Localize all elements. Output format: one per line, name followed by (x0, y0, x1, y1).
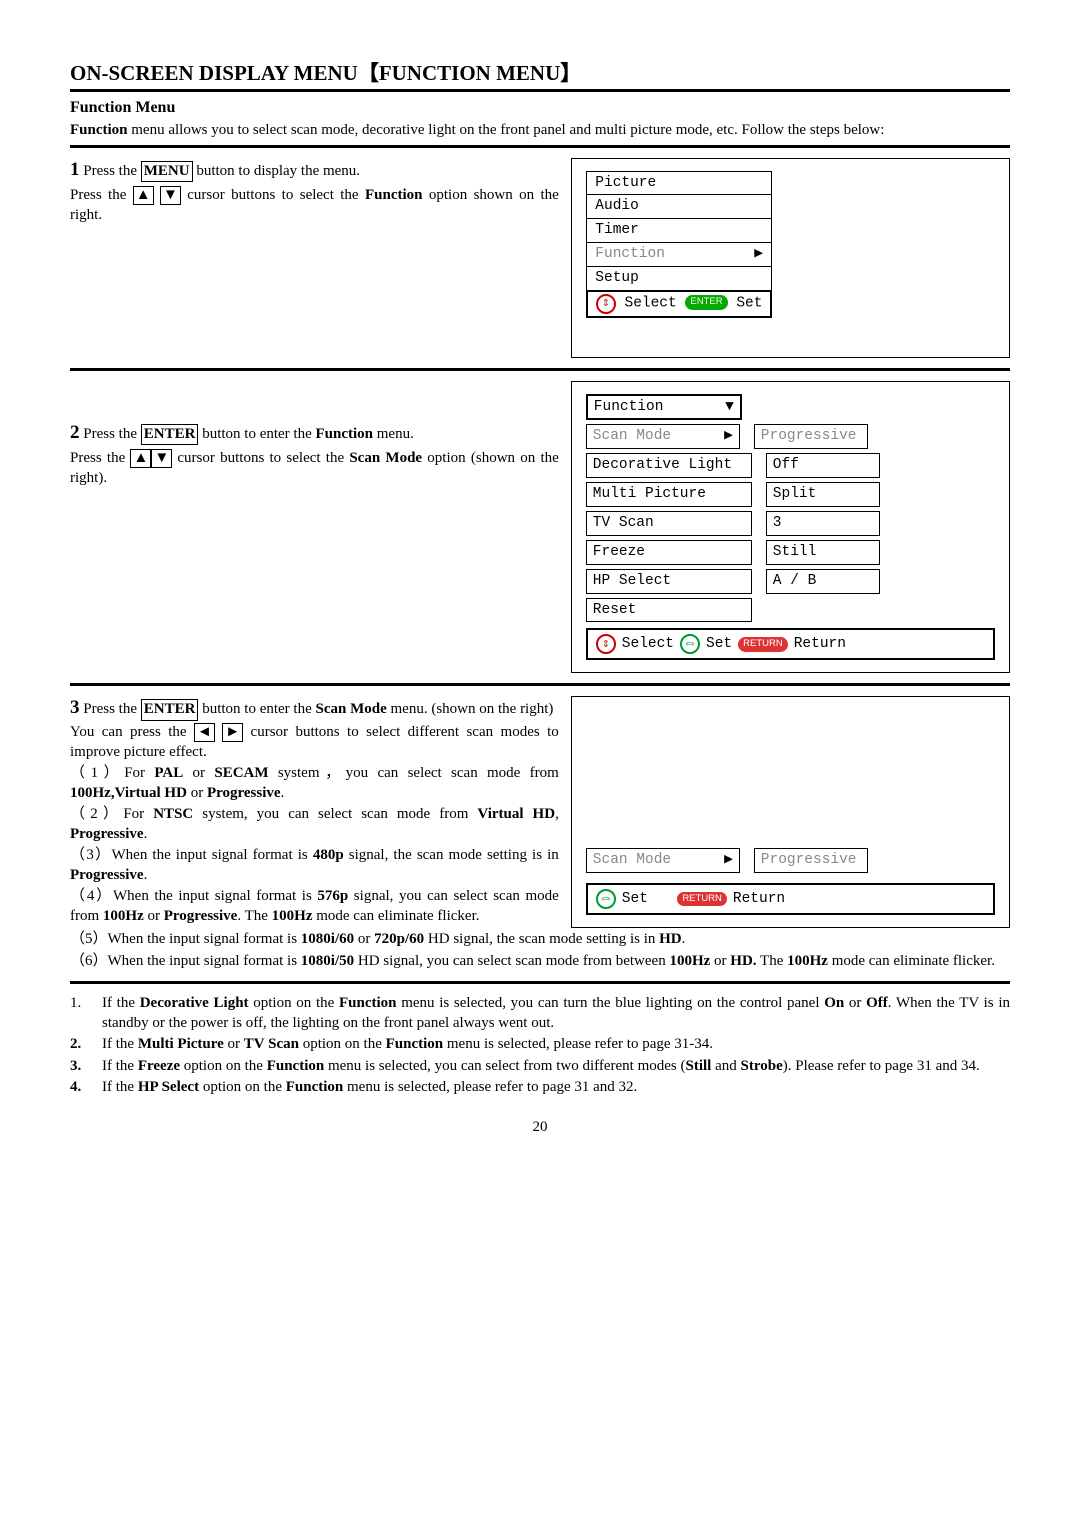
t: Press the (80, 426, 141, 442)
enter-button-ref: ENTER (141, 699, 199, 721)
step-2-num: 2 (70, 422, 80, 443)
function-menu-value: Still (766, 540, 880, 565)
enter-pill-icon: ENTER (685, 295, 727, 309)
step3-item-3: （3）When the input signal format is 480p … (70, 846, 559, 885)
scan-mode-footer: ⇔Set RETURNReturn (586, 883, 995, 915)
t: cursor buttons to select the (187, 187, 365, 203)
step-3-num: 3 (70, 697, 80, 718)
return-pill-icon: RETURN (738, 637, 788, 651)
function-menu-item[interactable]: TV Scan (586, 511, 752, 536)
function-word: Function (365, 187, 423, 203)
t: button to display the menu. (193, 163, 360, 179)
section-subtitle: Function Menu (70, 98, 1010, 119)
chevron-right-icon: ▶ (724, 851, 733, 870)
menu-item-setup[interactable]: Setup (587, 266, 772, 290)
step-3-row: 3 Press the ENTER button to enter the Sc… (70, 696, 1010, 928)
t: You can press the (70, 724, 194, 740)
main-menu-list: Picture Audio Timer Function▶ Setup Sele… (586, 171, 773, 318)
note-3: If the Freeze option on the Function men… (102, 1057, 980, 1077)
scan-mode-word: Scan Mode (349, 450, 422, 466)
leftright-icon: ⇔ (596, 889, 616, 909)
step-2-row: 2 Press the ENTER button to enter the Fu… (70, 381, 1010, 674)
left-arrow-icon: ◄ (194, 723, 215, 742)
step3-item-4: （4）When the input signal format is 576p … (70, 887, 559, 926)
chevron-down-icon: ▼ (725, 398, 734, 417)
osd-screenshot-1: Picture Audio Timer Function▶ Setup Sele… (571, 158, 1010, 358)
scan-mode-word: Scan Mode (316, 701, 387, 717)
t: button to enter the (198, 426, 315, 442)
osd-screenshot-3: Scan Mode▶ Progressive ⇔Set RETURNReturn (571, 696, 1010, 928)
t: menu. (373, 426, 414, 442)
note-1: If the Decorative Light option on the Fu… (102, 994, 1010, 1033)
scan-mode-value: Progressive (754, 848, 868, 873)
t: menu. (shown on the right) (387, 701, 554, 717)
divider (70, 368, 1010, 371)
page-title: ON-SCREEN DISPLAY MENU【FUNCTION MENU】 (70, 60, 1010, 92)
notes-list: 1.If the Decorative Light option on the … (70, 994, 1010, 1098)
t: Press the (70, 450, 130, 466)
menu-footer: Select ENTER Set (587, 291, 772, 317)
osd-screenshot-2: Function▼ Scan Mode▶ ProgressiveDecorativ… (571, 381, 1010, 674)
enter-button-ref: ENTER (141, 424, 199, 446)
function-menu-header: Function▼ (586, 394, 742, 421)
menu-button-ref: MENU (141, 161, 193, 183)
function-menu-item[interactable]: HP Select (586, 569, 752, 594)
function-menu-item[interactable]: Decorative Light (586, 453, 752, 478)
step-1-num: 1 (70, 159, 80, 180)
leftright-icon: ⇔ (680, 634, 700, 654)
updown-icon (596, 634, 616, 654)
divider (70, 981, 1010, 984)
step3-item-5: （5）When the input signal format is 1080i… (70, 930, 1010, 950)
divider (70, 145, 1010, 148)
menu-item-picture[interactable]: Picture (587, 171, 772, 195)
function-menu-value: 3 (766, 511, 880, 536)
t: Press the (80, 701, 141, 717)
function-menu-item[interactable]: Freeze (586, 540, 752, 565)
divider (70, 683, 1010, 686)
step-1-row: 1 Press the MENU button to display the m… (70, 158, 1010, 358)
down-arrow-icon: ▼ (151, 449, 172, 468)
function-menu-item[interactable]: Scan Mode▶ (586, 424, 740, 449)
updown-icon (596, 294, 616, 314)
function-menu-value: Off (766, 453, 880, 478)
menu-item-audio[interactable]: Audio (587, 195, 772, 219)
function-menu-item[interactable]: Reset (586, 598, 752, 623)
function-word: Function (316, 426, 374, 442)
right-arrow-icon: ► (222, 723, 243, 742)
step3-item-2: （2）For NTSC system, you can select scan … (70, 805, 559, 844)
chevron-right-icon: ▶ (754, 245, 763, 264)
function-menu-item[interactable]: Multi Picture (586, 482, 752, 507)
intro-text: Function menu allows you to select scan … (70, 121, 1010, 141)
step3-item-6: （6）When the input signal format is 1080i… (70, 952, 1010, 972)
page-number: 20 (70, 1118, 1010, 1138)
function-menu-footer: Select ⇔Set RETURNReturn (586, 628, 995, 660)
function-menu-value: Progressive (754, 424, 868, 449)
return-pill-icon: RETURN (677, 892, 727, 906)
down-arrow-icon: ▼ (160, 186, 181, 205)
t: Press the (80, 163, 141, 179)
up-arrow-icon: ▲ (130, 449, 151, 468)
menu-item-timer[interactable]: Timer (587, 219, 772, 243)
up-arrow-icon: ▲ (133, 186, 154, 205)
function-menu-value: Split (766, 482, 880, 507)
menu-item-function[interactable]: Function▶ (587, 243, 772, 267)
step3-item-1: （1）For PAL or SECAM system，you can selec… (70, 764, 559, 803)
t: button to enter the (198, 701, 315, 717)
t: Press the (70, 187, 133, 203)
t: cursor buttons to select the (172, 450, 349, 466)
note-4: If the HP Select option on the Function … (102, 1078, 637, 1098)
scan-mode-row[interactable]: Scan Mode▶ (586, 848, 740, 873)
note-2: If the Multi Picture or TV Scan option o… (102, 1035, 713, 1055)
function-menu-value: A / B (766, 569, 880, 594)
